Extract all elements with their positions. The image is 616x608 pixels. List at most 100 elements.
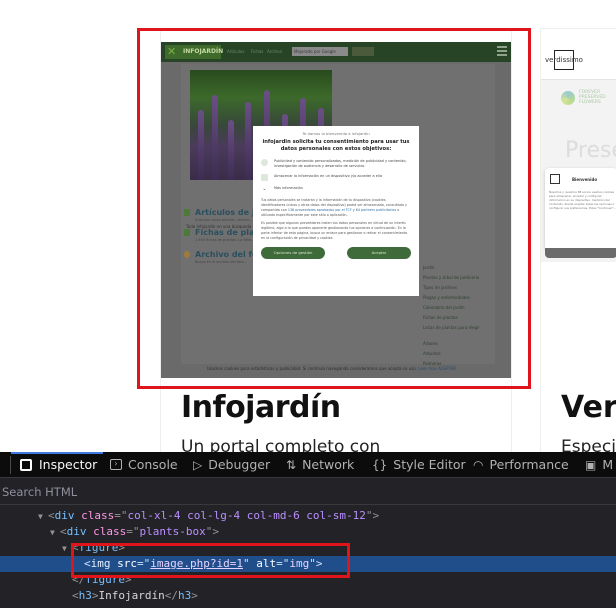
tab-debugger[interactable]: ▷ Debugger	[193, 457, 270, 472]
tab-style-editor[interactable]: {} Style Editor	[372, 457, 466, 472]
hamburger-menu-icon	[497, 46, 507, 56]
consent-more-info-text: Más información	[274, 186, 303, 190]
thumb-nav-link: Archivo	[267, 49, 282, 54]
consent-purpose: Publicidad y contenido personalizados, m…	[261, 159, 411, 169]
card-description: Un portal completo con	[181, 437, 381, 452]
tab-memory[interactable]: ▣ M	[585, 457, 613, 472]
verdissimo-screenshot-image[interactable]: verdissimo FOREVER PRESERVED FLOWERS Pre…	[541, 42, 616, 262]
tab-label: Style Editor	[393, 457, 466, 472]
person-icon	[261, 159, 268, 166]
accept-button: Aceptar	[347, 247, 411, 259]
consent-vendors-link: 136 proveedores aprobados por el TCF y 6…	[287, 208, 397, 212]
style-editor-icon: {}	[372, 457, 388, 472]
tree-node-figure[interactable]: ▼ <figure>	[0, 540, 616, 556]
tab-label: Inspector	[39, 457, 98, 472]
thumb-logo: ✕ INFOJARDÍN	[165, 45, 224, 59]
flower-wheel-icon	[561, 91, 575, 105]
webpage-viewport: ✕ INFOJARDÍN Artículos Fichas Archivo Me…	[0, 0, 616, 452]
consent-paragraph-1: Tus datos personales se tratarán y la in…	[261, 198, 411, 218]
consent-title: infojardin solicita tu consentimiento pa…	[262, 139, 410, 152]
forum-icon	[184, 251, 190, 258]
img-src-link[interactable]: image.php?id=1	[150, 557, 243, 570]
search-html-input[interactable]	[0, 484, 300, 500]
tab-network[interactable]: ⇅ Network	[286, 457, 354, 472]
console-icon: ›	[110, 459, 122, 470]
thumb-item-sub: 1.500 fichas de plantas. La Web...	[195, 238, 255, 242]
thumb-nav-link: Fichas	[251, 49, 264, 54]
thumb-logo-text: INFOJARDÍN	[183, 48, 224, 55]
network-icon: ⇅	[286, 457, 297, 472]
thumb-side-link: Listas de plantas para elegir	[423, 325, 480, 330]
thumb-footer-link: Leer más	[418, 366, 437, 371]
thumb-search-box: Mejorado por Google	[292, 47, 348, 56]
thumb-side-link: Arbustos	[423, 351, 441, 356]
thumb-side-link: Tipos de jardines	[423, 285, 457, 290]
expand-triangle-icon[interactable]: ▼	[62, 541, 72, 557]
vthumb-heading: Prese	[565, 138, 616, 163]
logo-frame-icon	[550, 174, 560, 184]
expand-triangle-icon[interactable]: ▼	[50, 525, 60, 541]
thumb-side-link: Fichas de plantas	[423, 315, 458, 320]
tab-performance[interactable]: ◠ Performance	[473, 457, 569, 472]
consent-purpose-text: Almacenar la información en un dispositi…	[274, 174, 382, 178]
thumb-side-link: Árboles	[423, 341, 439, 346]
tree-node-h3[interactable]: <h3>Infojardín</h3>	[0, 588, 616, 604]
expand-triangle-icon[interactable]: ▼	[38, 509, 48, 525]
card-description: Especializado	[561, 437, 616, 452]
vthumb-bottom-bar	[545, 248, 616, 258]
device-icon	[261, 174, 268, 181]
document-icon	[184, 209, 190, 216]
logo-mark-icon: ✕	[167, 45, 177, 58]
tree-node-figure-close[interactable]: </figure>	[0, 572, 616, 588]
thumb-search-button	[352, 47, 374, 56]
consent-more-info: ⌄ Más información	[261, 186, 411, 193]
tab-label: Debugger	[208, 457, 271, 472]
consent-paragraph-2: Es posible que algunos proveedores trate…	[261, 221, 408, 240]
thumb-side-link: Plantas y árbol de jardinería	[423, 275, 480, 280]
devtools-toolbar: Inspector › Console ▷ Debugger ⇅ Network…	[0, 452, 616, 478]
thumb-consent-dialog: Te damos la bienvenida a infojardin info…	[253, 126, 419, 296]
chevron-down-icon: ⌄	[262, 186, 267, 192]
card-title: Verdissimo	[561, 390, 616, 425]
tab-label: Network	[302, 457, 355, 472]
vthumb-flowers-banner: FOREVER PRESERVED FLOWERS	[555, 87, 615, 109]
tab-console[interactable]: › Console	[110, 457, 178, 472]
thumb-side-link: Jardín	[423, 265, 435, 270]
memory-icon: ▣	[585, 457, 597, 472]
thumb-footer-link: ACEPTAR	[437, 366, 456, 371]
vthumb-modal-text: Nosotros y nuestros 88 socios usamos coo…	[549, 190, 616, 210]
screen: ✕ INFOJARDÍN Artículos Fichas Archivo Me…	[0, 0, 616, 608]
markup-tree: ▼ <div class="col-xl-4 col-lg-4 col-md-6 …	[0, 506, 616, 608]
thumb-side-link: Calendario del jardín	[423, 305, 465, 310]
consent-welcome: Te damos la bienvenida a infojardin	[302, 131, 370, 136]
thumb-cookie-footer: Usamos cookies para estadísticas y publi…	[207, 366, 456, 371]
consent-buttons: Opciones de gestión Aceptar	[261, 247, 411, 259]
thumb-navbar: ✕ INFOJARDÍN Artículos Fichas Archivo Me…	[161, 42, 511, 62]
thumb-item-sub: Busca en el archivo del foro...	[195, 260, 247, 264]
thumb-footer-text: Usamos cookies para estadísticas y publi…	[207, 366, 417, 371]
tab-label: Performance	[489, 457, 569, 472]
search-html-bar	[0, 479, 616, 505]
active-tab-indicator	[11, 452, 103, 454]
vthumb-logo-text: verdissimo	[545, 56, 583, 64]
thumb-item-sub: Artículos sobre plantas, diseño...	[195, 218, 253, 222]
inspector-icon	[20, 458, 32, 471]
document-icon	[184, 229, 190, 236]
devtools-panel: Inspector › Console ▷ Debugger ⇅ Network…	[0, 452, 616, 608]
tab-label: M	[602, 457, 614, 472]
tree-node-div-col[interactable]: ▼ <div class="col-xl-4 col-lg-4 col-md-6 …	[0, 508, 616, 524]
thumb-side-link: Plagas y enfermedades	[423, 295, 470, 300]
tab-inspector[interactable]: Inspector	[20, 457, 97, 472]
consent-purpose-text: Publicidad y contenido personalizados, m…	[274, 159, 407, 168]
manage-options-button: Opciones de gestión	[261, 247, 325, 259]
thumb-nav-link: Artículos	[227, 49, 245, 54]
debugger-icon: ▷	[193, 457, 203, 472]
tree-node-div-plants-box[interactable]: ▼ <div class="plants-box">	[0, 524, 616, 540]
vthumb-modal-title: Bienvenido	[572, 177, 598, 182]
vthumb-cookie-modal: Bienvenido Nosotros y nuestros 88 socios…	[545, 168, 616, 250]
performance-icon: ◠	[473, 457, 484, 472]
card-title: Infojardín	[181, 390, 341, 425]
tree-node-img-selected[interactable]: <img src="image.php?id=1" alt="img">	[0, 556, 616, 572]
consent-purpose: Almacenar la información en un dispositi…	[261, 174, 411, 181]
vthumb-flowers-text: FOREVER PRESERVED FLOWERS	[579, 90, 606, 105]
